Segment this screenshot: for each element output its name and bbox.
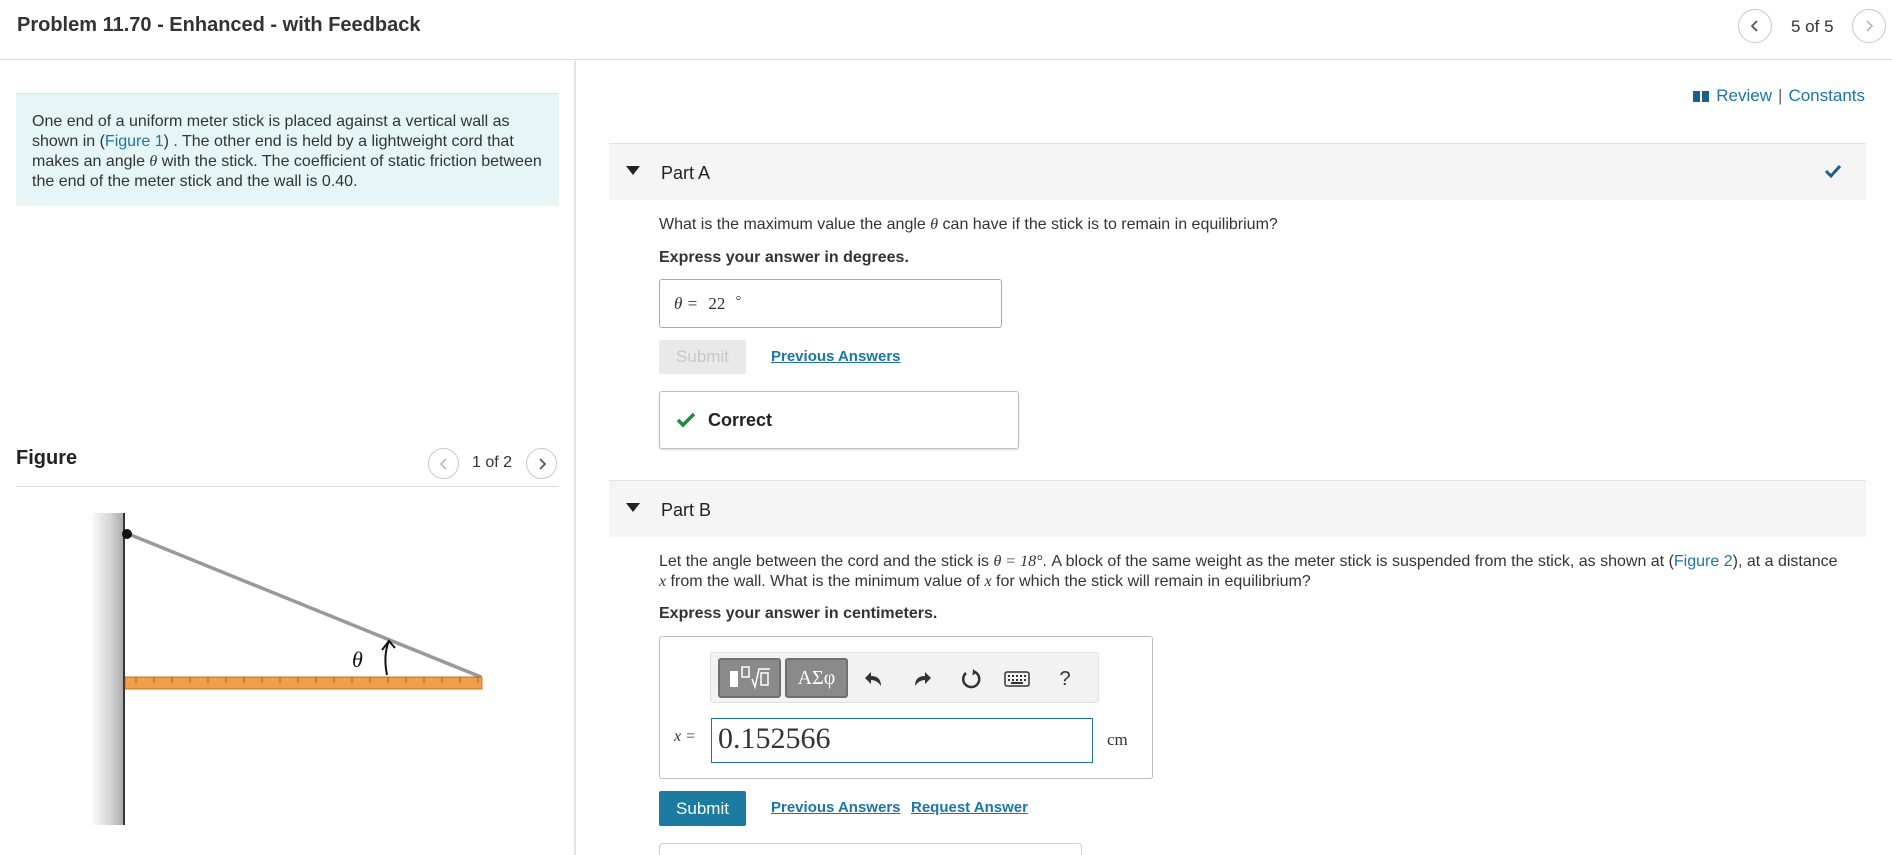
figure-previous-button[interactable] [428,448,459,479]
question-text: ), at a distance [1732,553,1838,570]
book-icon [1693,91,1710,102]
part-a-previous-answers-link[interactable]: Previous Answers [771,348,901,365]
part-b-answer-editor: ΑΣφ ? x = 0.152566 cm [659,636,1153,779]
help-button[interactable]: ? [1051,665,1079,693]
figure-heading: Figure [16,447,78,469]
part-a-question: What is the maximum value the angle θ ca… [659,215,1278,235]
previous-problem-button[interactable] [1738,9,1772,43]
question-text: from the wall. What is the minimum value… [666,573,985,590]
keyboard-icon[interactable] [1003,665,1031,693]
chevron-right-icon [538,457,546,470]
top-bar: Problem 11.70 - Enhanced - with Feedback… [0,0,1892,60]
part-b-label: Part B [661,500,712,520]
part-a-instruction: Express your answer in degrees. [659,249,909,266]
reset-icon[interactable] [957,665,985,693]
templates-sqrt-icon [729,666,770,690]
next-problem-button[interactable] [1852,9,1886,43]
meter-stick [124,676,483,690]
greek-symbols-button[interactable]: ΑΣφ [785,658,848,698]
question-text: can have if the stick is to remain in eq… [938,216,1278,233]
request-answer-link[interactable]: Request Answer [911,799,1028,816]
answer-value: 22 [708,294,726,313]
part-b-submit-button[interactable]: Submit [659,791,746,826]
question-text: for which the stick will remain in equil… [991,573,1311,590]
math-toolbar: ΑΣφ ? [710,652,1099,703]
chevron-right-icon [1866,20,1874,32]
problem-title: Problem 11.70 - Enhanced - with Feedback [17,14,421,36]
x-variable: x [984,573,992,590]
feedback-box-partial [659,843,1082,855]
part-a-header[interactable]: Part A [609,143,1866,200]
answer-unit: cm [1107,730,1128,749]
part-b-answer-input[interactable]: 0.152566 [711,718,1093,763]
collapse-triangle-icon[interactable] [626,503,640,512]
constants-link[interactable]: Constants [1788,86,1865,106]
chevron-left-icon [1750,20,1758,32]
feedback-text: Correct [708,409,773,430]
question-text: . A block of the same weight as the mete… [1042,553,1674,570]
answer-variable: x = [674,728,696,745]
figure-1-link[interactable]: Figure 1 [105,133,164,150]
part-a-submit-button[interactable]: Submit [659,340,746,374]
correct-check-icon [676,412,696,428]
undo-icon[interactable] [860,665,888,693]
review-link[interactable]: Review [1716,86,1772,106]
part-a-answer-field: θ = 22 ° [659,279,1002,328]
templates-sqrt-icon[interactable] [718,658,781,698]
review-constants: Review | Constants [1692,86,1865,106]
problem-pager: 5 of 5 [1791,17,1834,36]
cord-anchor [122,529,132,539]
review-separator: | [1778,86,1783,105]
panel-divider[interactable] [574,61,576,855]
part-b-question: Let the angle between the cord and the s… [659,552,1874,592]
theta-symbol: θ [930,216,939,233]
figure-pager: 1 of 2 [472,454,513,471]
part-b-header[interactable]: Part B [609,480,1866,537]
part-a-label: Part A [661,163,711,183]
figure-divider [16,486,559,487]
figure-2-link[interactable]: Figure 2 [1674,553,1733,570]
wall [90,513,124,825]
cord [125,531,482,679]
redo-icon[interactable] [908,665,936,693]
figure-next-button[interactable] [526,448,557,479]
question-text: What is the maximum value the angle [659,216,931,233]
theta-equation: θ = 18° [993,553,1043,570]
part-b-instruction: Express your answer in centimeters. [659,605,938,622]
angle-label: θ [352,647,363,672]
collapse-triangle-icon[interactable] [626,166,640,175]
answer-variable: θ = [674,294,699,313]
problem-statement: One end of a uniform meter stick is plac… [16,93,559,206]
chevron-left-icon [439,457,447,470]
checkmark-icon [1824,164,1842,179]
part-a-feedback: Correct [659,391,1019,449]
meter-stick-figure: θ [90,513,483,825]
answer-unit: ° [735,294,742,309]
part-b-previous-answers-link[interactable]: Previous Answers [771,799,901,816]
question-text: Let the angle between the cord and the s… [659,553,994,570]
